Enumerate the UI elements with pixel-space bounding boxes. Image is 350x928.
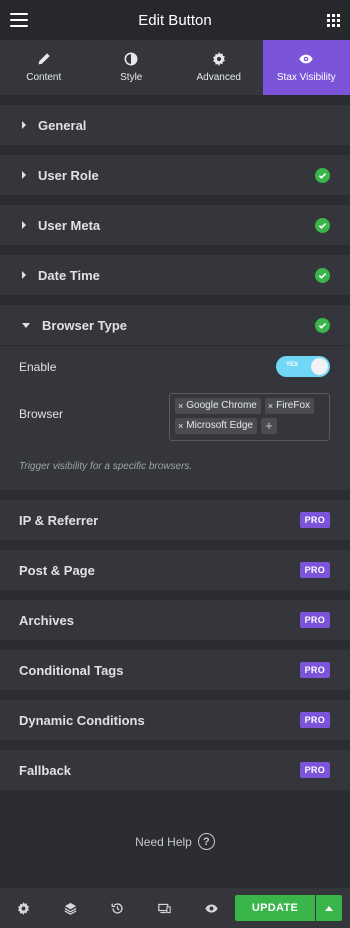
- toggle-yes-text: YES: [286, 362, 299, 368]
- caret-right-icon: [22, 121, 26, 129]
- section-label: Fallback: [19, 762, 72, 778]
- check-icon: [315, 217, 330, 233]
- section-user-meta[interactable]: User Meta: [0, 205, 350, 245]
- responsive-mode-button[interactable]: [153, 897, 175, 919]
- caret-down-icon: [22, 322, 30, 328]
- tag-remove-icon[interactable]: ×: [178, 398, 183, 414]
- tag-firefox[interactable]: × FireFox: [264, 398, 315, 414]
- half-circle-icon: [124, 52, 138, 66]
- tag-remove-icon[interactable]: ×: [268, 398, 273, 414]
- browser-hint: Trigger visibility for a specific browse…: [19, 461, 193, 472]
- check-icon: [315, 167, 330, 183]
- need-help-link[interactable]: Need Help ?: [0, 833, 350, 850]
- settings-button[interactable]: [12, 897, 34, 919]
- history-icon: [111, 902, 123, 914]
- check-icon: [315, 267, 330, 283]
- section-label: IP & Referrer: [19, 512, 99, 528]
- caret-right-icon: [22, 221, 26, 229]
- tag-label: Google Chrome: [186, 400, 257, 411]
- tag-microsoft-edge[interactable]: × Microsoft Edge: [175, 418, 257, 434]
- navigator-button[interactable]: [59, 897, 81, 919]
- update-button[interactable]: UPDATE: [235, 895, 315, 921]
- pro-badge: PRO: [299, 762, 330, 778]
- section-label: Browser Type: [42, 317, 128, 333]
- tab-advanced[interactable]: Advanced: [175, 40, 263, 95]
- enable-row: Enable YES: [19, 356, 330, 377]
- section-dynamic-conditions[interactable]: Dynamic Conditions PRO: [0, 700, 350, 740]
- section-browser-type[interactable]: Browser Type: [0, 305, 350, 345]
- pro-badge: PRO: [299, 562, 330, 578]
- chevron-up-icon: [325, 905, 333, 911]
- caret-right-icon: [22, 171, 26, 179]
- section-label: Post & Page: [19, 562, 95, 578]
- pro-badge: PRO: [299, 612, 330, 628]
- browser-type-panel: Enable YES Browser × Google Chrome × FireF…: [0, 345, 350, 490]
- eye-icon: [299, 54, 313, 64]
- tag-remove-icon[interactable]: ×: [178, 418, 183, 434]
- section-label: Archives: [19, 612, 74, 628]
- panel-title: Edit Button: [138, 11, 212, 29]
- caret-right-icon: [22, 271, 26, 279]
- tab-bar: Content Style Advanced Stax Visibility: [0, 40, 350, 95]
- tab-style[interactable]: Style: [88, 40, 176, 95]
- sections-list: General User Role User Meta Date Time Br…: [0, 105, 350, 790]
- eye-icon: [204, 903, 218, 913]
- pencil-icon: [38, 53, 50, 65]
- section-label: Conditional Tags: [19, 662, 124, 678]
- check-icon: [315, 317, 330, 333]
- section-label: Dynamic Conditions: [19, 712, 145, 728]
- browser-select[interactable]: × Google Chrome × FireFox × Microsoft Edge …: [169, 393, 330, 441]
- layers-icon: [64, 902, 76, 915]
- section-label: User Meta: [38, 217, 101, 233]
- history-button[interactable]: [106, 897, 128, 919]
- panel-header: Edit Button: [0, 0, 350, 40]
- tag-google-chrome[interactable]: × Google Chrome: [175, 398, 261, 414]
- section-post-page[interactable]: Post & Page PRO: [0, 550, 350, 590]
- tab-stax-visibility[interactable]: Stax Visibility: [262, 40, 350, 95]
- widgets-grid-icon[interactable]: [327, 13, 340, 27]
- section-user-role[interactable]: User Role: [0, 155, 350, 195]
- add-tag-button[interactable]: +: [260, 418, 277, 434]
- toggle-knob: [311, 358, 328, 375]
- tab-stax-visibility-label: Stax Visibility: [276, 72, 336, 83]
- enable-label: Enable: [19, 359, 57, 374]
- section-label: General: [38, 117, 87, 133]
- menu-icon[interactable]: [10, 13, 28, 27]
- section-fallback[interactable]: Fallback PRO: [0, 750, 350, 790]
- gear-icon: [17, 901, 29, 915]
- section-date-time[interactable]: Date Time: [0, 255, 350, 295]
- browser-row: Browser × Google Chrome × FireFox × Microso…: [19, 393, 330, 441]
- question-icon: ?: [197, 833, 215, 850]
- enable-toggle[interactable]: YES: [276, 356, 330, 377]
- pro-badge: PRO: [299, 662, 330, 678]
- tab-content-label: Content: [26, 72, 62, 83]
- section-label: Date Time: [38, 267, 100, 283]
- section-ip-referrer[interactable]: IP & Referrer PRO: [0, 500, 350, 540]
- section-archives[interactable]: Archives PRO: [0, 600, 350, 640]
- pro-badge: PRO: [299, 512, 330, 528]
- tag-label: Microsoft Edge: [186, 420, 253, 431]
- tab-content[interactable]: Content: [0, 40, 88, 95]
- update-options-button[interactable]: [316, 895, 342, 921]
- browser-label: Browser: [19, 407, 64, 421]
- section-conditional-tags[interactable]: Conditional Tags PRO: [0, 650, 350, 690]
- section-label: User Role: [38, 167, 99, 183]
- footer-bar: UPDATE: [0, 888, 350, 928]
- pro-badge: PRO: [299, 712, 330, 728]
- responsive-icon: [157, 903, 171, 913]
- preview-button[interactable]: [200, 897, 222, 919]
- tab-style-label: Style: [120, 72, 143, 83]
- section-general[interactable]: General: [0, 105, 350, 145]
- tag-label: FireFox: [276, 400, 311, 411]
- tab-advanced-label: Advanced: [196, 72, 241, 83]
- need-help-label: Need Help: [135, 834, 192, 849]
- gear-icon: [212, 52, 225, 66]
